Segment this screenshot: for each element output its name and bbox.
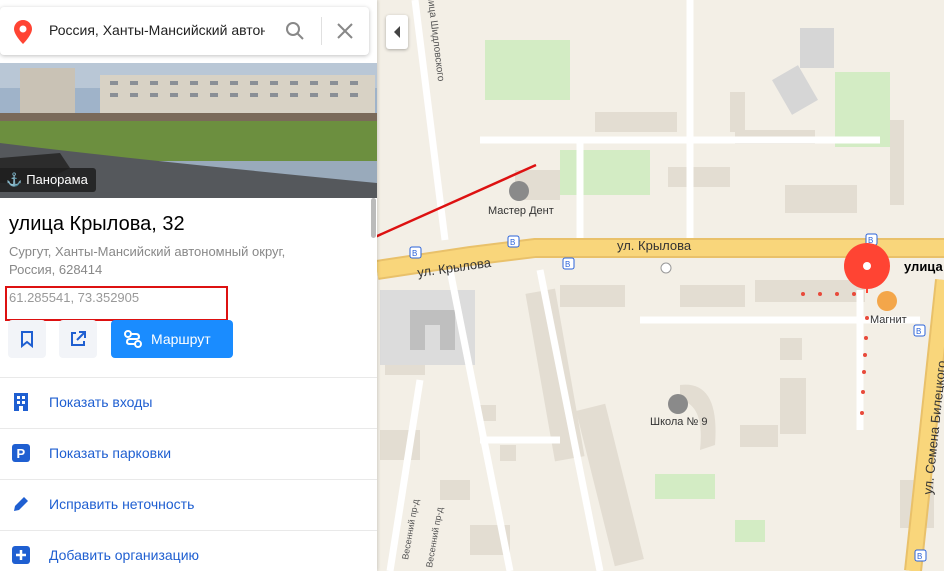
search-input[interactable]: Россия, Ханты-Мансийский автон [49, 22, 265, 38]
share-button[interactable] [59, 320, 97, 358]
location-pin-icon [14, 20, 32, 44]
place-address: Сургут, Ханты-Мансийский автономный окру… [9, 243, 329, 279]
school-icon[interactable] [668, 394, 688, 414]
panorama-label: Панорама [26, 172, 88, 187]
park-area [735, 520, 765, 542]
park-area [835, 72, 890, 147]
action-label: Исправить неточность [49, 496, 195, 512]
place-title: улица Крылова, 32 [9, 213, 185, 235]
action-label: Показать парковки [49, 445, 172, 461]
action-label: Показать входы [49, 394, 153, 410]
bookmark-button[interactable] [8, 320, 46, 358]
action-fix-inaccuracy[interactable]: Исправить неточность [0, 479, 377, 530]
bus-stop-icon[interactable]: B [409, 246, 422, 259]
bus-stop-icon[interactable]: B [914, 549, 927, 562]
poi-label-dentist[interactable]: Мастер Дент [488, 205, 554, 217]
pencil-icon [14, 497, 28, 511]
street-label-krylova: ул. Крылова [617, 238, 692, 253]
tooth-icon[interactable] [509, 181, 529, 201]
search-divider [321, 17, 322, 45]
bookmark-icon [21, 331, 33, 348]
bus-stop-icon[interactable]: B [913, 324, 926, 337]
panorama-button[interactable]: ⚓ Панорама [0, 168, 96, 192]
svg-text:B: B [565, 260, 570, 269]
park-area [655, 474, 715, 499]
search-bar[interactable]: Россия, Ханты-Мансийский автон [0, 7, 369, 55]
close-icon[interactable] [335, 21, 355, 41]
parking-icon: P [12, 444, 30, 462]
street-label-krylova-right: улица Крылова [904, 259, 944, 274]
poi-label-school[interactable]: Школа № 9 [650, 416, 707, 428]
route-icon [124, 330, 142, 348]
poi-label-magnit[interactable]: Магнит [870, 314, 907, 326]
highlight-box [5, 286, 228, 321]
route-button-label: Маршрут [151, 331, 211, 347]
action-show-entrances[interactable]: Показать входы [0, 377, 377, 428]
bus-stop-icon[interactable]: B [507, 235, 520, 248]
park-area [485, 40, 570, 100]
search-icon[interactable] [285, 21, 305, 41]
action-label: Добавить организацию [49, 547, 200, 563]
svg-text:B: B [917, 552, 922, 561]
bus-stop-icon[interactable]: B [562, 257, 575, 270]
route-button[interactable]: Маршрут [111, 320, 233, 358]
scrollbar[interactable] [371, 198, 376, 238]
collapse-panel-button[interactable] [386, 15, 408, 49]
svg-text:B: B [916, 327, 921, 336]
action-add-organization[interactable]: Добавить организацию [0, 530, 377, 571]
address-line-2: Россия, 628414 [9, 262, 103, 277]
transit-stop-icon[interactable] [660, 262, 672, 274]
building-block [800, 28, 834, 68]
svg-text:B: B [412, 249, 417, 258]
chevron-left-icon [394, 26, 400, 38]
share-icon [71, 331, 86, 346]
actions-list: Показать входы P Показать парковки Испра… [0, 377, 377, 571]
address-line-1: Сургут, Ханты-Мансийский автономный окру… [9, 244, 286, 259]
park-area [560, 150, 650, 195]
action-show-parking[interactable]: P Показать парковки [0, 428, 377, 479]
place-card-panel: Россия, Ханты-Мансийский автон ⚓ Панорам… [0, 0, 377, 571]
building-icon [14, 393, 28, 411]
shopping-basket-icon[interactable] [877, 291, 897, 311]
svg-text:B: B [510, 238, 515, 247]
svg-text:P: P [17, 446, 26, 461]
panorama-icon: ⚓ [6, 172, 23, 187]
plus-icon [12, 546, 30, 564]
